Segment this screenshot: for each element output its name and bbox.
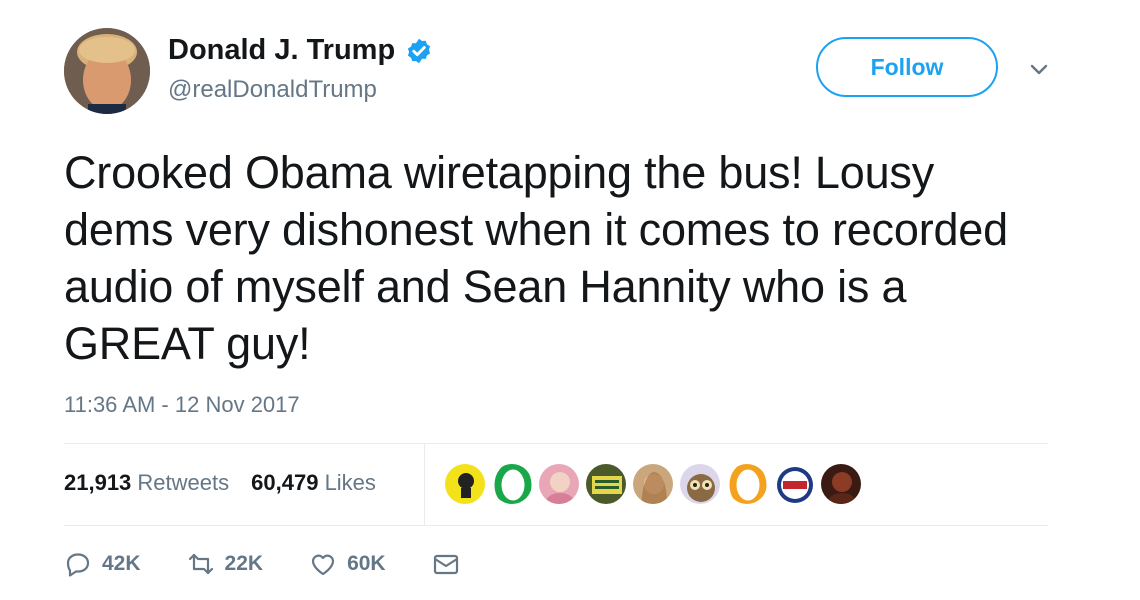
retweet-count: 22K <box>224 552 264 575</box>
heart-icon <box>311 554 335 576</box>
liker-avatar[interactable] <box>491 463 533 505</box>
like-button[interactable]: 60K <box>309 550 386 578</box>
likes-stat[interactable]: 60,479 Likes <box>251 470 376 496</box>
display-name[interactable]: Donald J. Trump <box>168 34 433 67</box>
retweets-stat[interactable]: 21,913 Retweets <box>64 470 229 496</box>
liker-avatar[interactable] <box>632 463 674 505</box>
follow-button[interactable]: Follow <box>816 37 998 97</box>
likers-avatars <box>444 463 862 505</box>
divider <box>64 525 1048 526</box>
divider <box>64 443 1048 444</box>
envelope-icon <box>433 554 458 575</box>
tweet-text: Crooked Obama wiretapping the bus! Lousy… <box>64 147 1008 369</box>
liker-avatar[interactable] <box>538 463 580 505</box>
retweet-button[interactable]: 22K <box>187 550 264 578</box>
liker-avatar[interactable] <box>726 463 768 505</box>
like-count: 60K <box>347 552 386 575</box>
verified-badge-icon <box>405 37 433 65</box>
tweet-timestamp[interactable]: 11:36 AM - 12 Nov 2017 <box>64 392 300 418</box>
direct-message-button[interactable] <box>432 550 460 578</box>
reply-icon <box>66 553 90 577</box>
display-name-text[interactable]: Donald J. Trump <box>168 34 395 67</box>
liker-avatar[interactable] <box>585 463 627 505</box>
liker-avatar[interactable] <box>773 463 815 505</box>
user-handle[interactable]: @realDonaldTrump <box>168 76 377 104</box>
tweet-actions: 42K 22K 60K <box>64 550 506 578</box>
chevron-down-icon[interactable] <box>1028 58 1050 80</box>
reply-button[interactable]: 42K <box>64 550 141 578</box>
reply-count: 42K <box>102 552 141 575</box>
tweet-stats: 21,913 Retweets 60,479 Likes <box>64 470 376 496</box>
avatar[interactable] <box>64 28 150 114</box>
tweet-card: Donald J. Trump @realDonaldTrump Follow … <box>0 0 1140 600</box>
liker-avatar[interactable] <box>820 463 862 505</box>
liker-avatar[interactable] <box>679 463 721 505</box>
liker-avatar[interactable] <box>444 463 486 505</box>
stats-separator <box>424 444 425 525</box>
retweet-icon <box>188 553 213 575</box>
